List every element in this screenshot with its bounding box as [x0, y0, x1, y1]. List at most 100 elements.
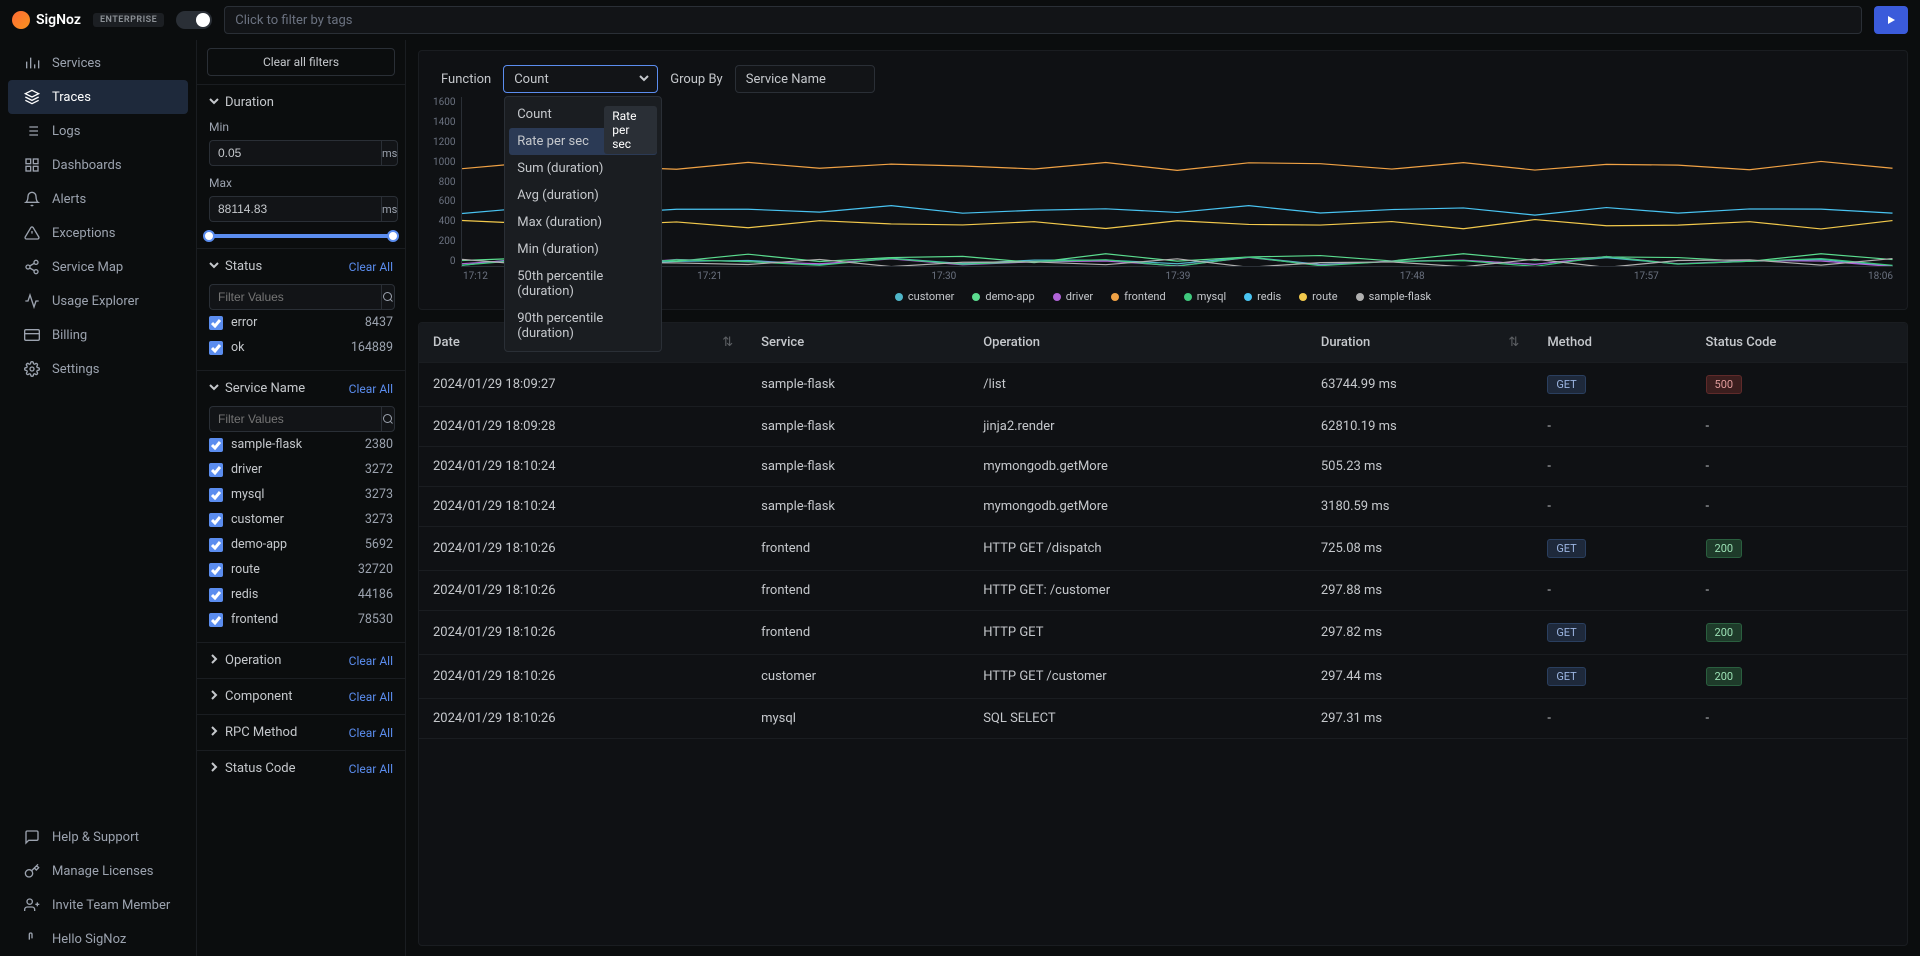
clear-all-link[interactable]: Clear All: [349, 260, 393, 274]
sidebar-item-label: Manage Licenses: [52, 864, 153, 879]
filter-header[interactable]: ComponentClear All: [209, 689, 393, 704]
sidebar-item-billing[interactable]: Billing: [8, 318, 188, 352]
sidebar-item-logs[interactable]: Logs: [8, 114, 188, 148]
app-logo[interactable]: SigNoz: [12, 11, 81, 29]
sidebar-item-dashboards[interactable]: Dashboards: [8, 148, 188, 182]
duration-slider[interactable]: [209, 234, 393, 238]
sidebar-item-exceptions[interactable]: Exceptions: [8, 216, 188, 250]
sidebar-item-usage-explorer[interactable]: Usage Explorer: [8, 284, 188, 318]
sidebar-item-settings[interactable]: Settings: [8, 352, 188, 386]
clear-all-link[interactable]: Clear All: [349, 382, 393, 396]
slider-thumb-max[interactable]: [387, 230, 399, 242]
filter-check-row[interactable]: ok164889: [209, 335, 393, 360]
filter-item-count: 3273: [365, 487, 393, 502]
th-duration[interactable]: Duration⇅: [1307, 323, 1533, 363]
filter-section-duration: Duration Min ms Max ms: [197, 84, 405, 248]
clear-all-link[interactable]: Clear All: [349, 690, 393, 704]
group-by-select[interactable]: Service Name: [735, 65, 875, 93]
legend-label: demo-app: [985, 290, 1034, 303]
function-select[interactable]: Count CountRate per secSum (duration)Avg…: [503, 65, 658, 93]
run-button[interactable]: [1874, 6, 1908, 34]
filter-check-row[interactable]: mysql3273: [209, 482, 393, 507]
filter-header[interactable]: OperationClear All: [209, 653, 393, 668]
cell-operation: /list: [969, 363, 1307, 407]
cell-date: 2024/01/29 18:09:28: [419, 407, 747, 447]
th-operation: Operation: [969, 323, 1307, 363]
clear-all-link[interactable]: Clear All: [349, 726, 393, 740]
table-row[interactable]: 2024/01/29 18:10:24 sample-flask mymongo…: [419, 487, 1907, 527]
message-icon: [24, 829, 40, 845]
legend-dot-icon: [1184, 293, 1192, 301]
cell-status: -: [1692, 571, 1907, 611]
dropdown-item[interactable]: Avg (duration): [509, 182, 657, 209]
table-row[interactable]: 2024/01/29 18:09:27 sample-flask /list 6…: [419, 363, 1907, 407]
legend-item[interactable]: driver: [1053, 290, 1093, 303]
chevron-right-icon: [209, 689, 219, 704]
service-search-button[interactable]: [381, 406, 395, 432]
dropdown-item[interactable]: 50th percentile (duration): [509, 263, 657, 305]
sidebar-item-traces[interactable]: Traces: [8, 80, 188, 114]
sidebar-item-alerts[interactable]: Alerts: [8, 182, 188, 216]
chart-card: Function Count CountRate per secSum (dur…: [418, 50, 1908, 310]
legend-item[interactable]: mysql: [1184, 290, 1226, 303]
dropdown-item[interactable]: 90th percentile (duration): [509, 305, 657, 347]
legend-item[interactable]: frontend: [1111, 290, 1166, 303]
sidebar-item-services[interactable]: Services: [8, 46, 188, 80]
legend-item[interactable]: redis: [1244, 290, 1281, 303]
dropdown-item[interactable]: Max (duration): [509, 209, 657, 236]
filter-header-duration[interactable]: Duration: [209, 95, 393, 110]
filter-check-row[interactable]: sample-flask2380: [209, 432, 393, 457]
table-row[interactable]: 2024/01/29 18:10:26 frontend HTTP GET /d…: [419, 527, 1907, 571]
cell-date: 2024/01/29 18:10:26: [419, 699, 747, 739]
sidebar-item-label: Logs: [52, 124, 80, 139]
tag-filter-input[interactable]: Click to filter by tags: [224, 6, 1862, 34]
min-input[interactable]: [209, 140, 381, 166]
table-row[interactable]: 2024/01/29 18:09:28 sample-flask jinja2.…: [419, 407, 1907, 447]
filter-check-row[interactable]: error8437: [209, 310, 393, 335]
cell-operation: jinja2.render: [969, 407, 1307, 447]
sidebar-item-service-map[interactable]: Service Map: [8, 250, 188, 284]
table-row[interactable]: 2024/01/29 18:10:26 frontend HTTP GET 29…: [419, 611, 1907, 655]
sidebar-item-hello[interactable]: Hello SigNoz: [8, 922, 188, 956]
slider-thumb-min[interactable]: [203, 230, 215, 242]
filter-header[interactable]: RPC MethodClear All: [209, 725, 393, 740]
legend-item[interactable]: sample-flask: [1356, 290, 1432, 303]
chevron-down-icon: [209, 381, 219, 396]
filter-check-row[interactable]: route32720: [209, 557, 393, 582]
filter-check-row[interactable]: customer3273: [209, 507, 393, 532]
table-row[interactable]: 2024/01/29 18:10:26 mysql SQL SELECT 297…: [419, 699, 1907, 739]
filter-check-row[interactable]: frontend78530: [209, 607, 393, 632]
cell-status: 200: [1692, 611, 1907, 655]
search-icon: [382, 413, 394, 425]
sidebar-item-licenses[interactable]: Manage Licenses: [8, 854, 188, 888]
sidebar-item-label: Service Map: [52, 260, 123, 275]
sidebar-item-invite[interactable]: Invite Team Member: [8, 888, 188, 922]
dropdown-item[interactable]: Min (duration): [509, 236, 657, 263]
table-row[interactable]: 2024/01/29 18:10:26 customer HTTP GET /c…: [419, 655, 1907, 699]
filter-header-service-name[interactable]: Service Name Clear All: [209, 381, 393, 396]
filter-header-status[interactable]: Status Clear All: [209, 259, 393, 274]
clear-all-link[interactable]: Clear All: [349, 762, 393, 776]
filter-check-row[interactable]: demo-app5692: [209, 532, 393, 557]
status-filter-input[interactable]: [209, 284, 381, 310]
max-input[interactable]: [209, 196, 381, 222]
clear-all-filters-button[interactable]: Clear all filters: [207, 48, 395, 76]
legend-item[interactable]: route: [1299, 290, 1337, 303]
filter-check-row[interactable]: driver3272: [209, 457, 393, 482]
table-row[interactable]: 2024/01/29 18:10:24 sample-flask mymongo…: [419, 447, 1907, 487]
sidebar-item-label: Help & Support: [52, 830, 139, 845]
legend-item[interactable]: customer: [895, 290, 954, 303]
filter-header[interactable]: Status CodeClear All: [209, 761, 393, 776]
theme-toggle[interactable]: [176, 11, 212, 29]
table-row[interactable]: 2024/01/29 18:10:26 frontend HTTP GET: /…: [419, 571, 1907, 611]
filter-check-row[interactable]: redis44186: [209, 582, 393, 607]
sidebar-item-help[interactable]: Help & Support: [8, 820, 188, 854]
clear-all-link[interactable]: Clear All: [349, 654, 393, 668]
tier-badge: ENTERPRISE: [93, 13, 164, 27]
legend-item[interactable]: demo-app: [972, 290, 1034, 303]
dropdown-item[interactable]: Sum (duration): [509, 155, 657, 182]
service-filter-input[interactable]: [209, 406, 381, 432]
sidebar-item-label: Exceptions: [52, 226, 115, 241]
chart-plot[interactable]: [461, 97, 1893, 267]
status-search-button[interactable]: [381, 284, 395, 310]
